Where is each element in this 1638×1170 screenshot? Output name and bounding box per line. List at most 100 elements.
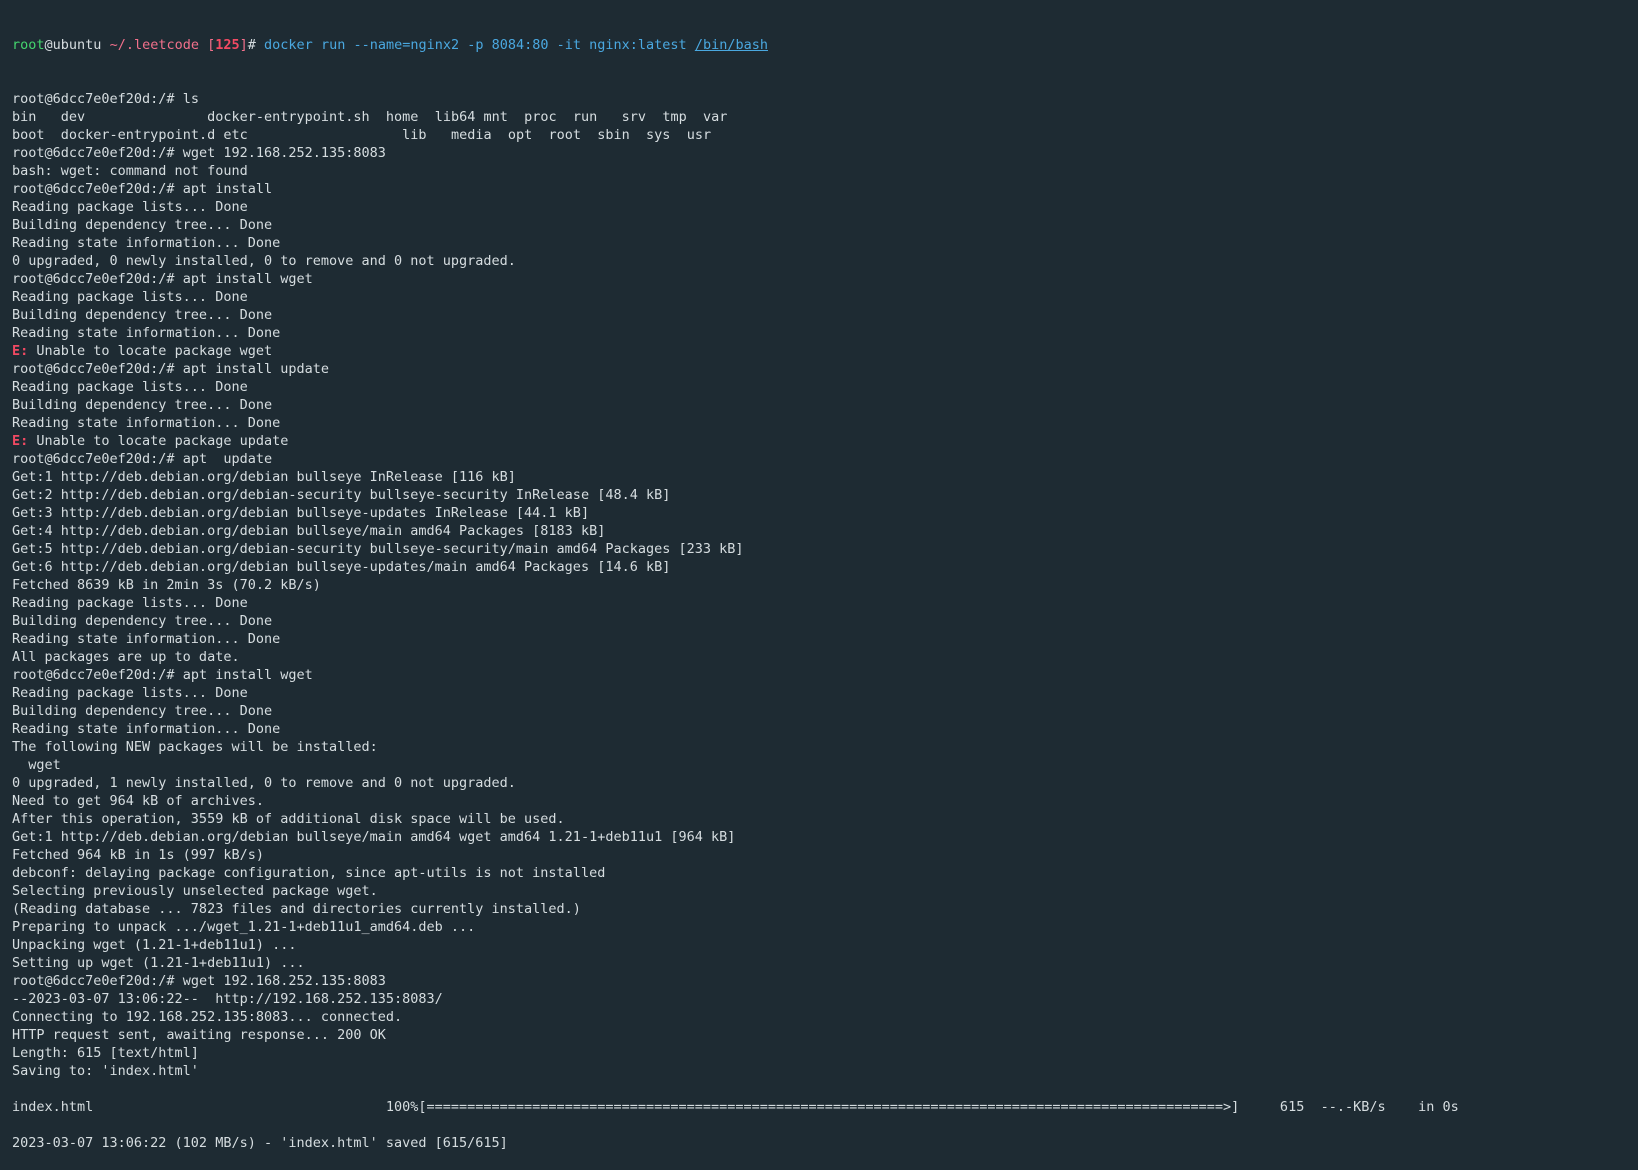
prompt-host: @ubuntu bbox=[44, 37, 102, 53]
output-text: wget bbox=[12, 757, 61, 773]
output-line: Reading package lists... Done bbox=[12, 198, 1626, 216]
output-text: Reading package lists... Done bbox=[12, 199, 248, 215]
output-text: --2023-03-07 13:06:22-- http://192.168.2… bbox=[12, 991, 443, 1007]
shell-prompt: root@6dcc7e0ef20d:/# bbox=[12, 181, 183, 197]
output-text: Saving to: 'index.html' bbox=[12, 1063, 199, 1079]
output-line: Selecting previously unselected package … bbox=[12, 882, 1626, 900]
error-line: E: Unable to locate package wget bbox=[12, 342, 1626, 360]
shell-prompt: root@6dcc7e0ef20d:/# bbox=[12, 361, 183, 377]
error-prefix: E: bbox=[12, 343, 29, 359]
ls-row: boot docker-entrypoint.d etc lib media o… bbox=[12, 126, 1626, 144]
shell-prompt: root@6dcc7e0ef20d:/# bbox=[12, 451, 183, 467]
output-line: Building dependency tree... Done bbox=[12, 396, 1626, 414]
output-text: Reading state information... Done bbox=[12, 325, 281, 341]
terminal-output: root@6dcc7e0ef20d:/# ls bin dev docker-en… bbox=[12, 90, 1626, 1152]
output-line: Get:2 http://deb.debian.org/debian-secur… bbox=[12, 486, 1626, 504]
progress-rate: --.-KB/s bbox=[1320, 1099, 1386, 1115]
output-line: Preparing to unpack .../wget_1.21-1+deb1… bbox=[12, 918, 1626, 936]
output-text: Get:6 http://deb.debian.org/debian bulls… bbox=[12, 559, 671, 575]
command-line: root@6dcc7e0ef20d:/# apt install wget bbox=[12, 666, 1626, 684]
output-line: wget bbox=[12, 756, 1626, 774]
command-text: wget 192.168.252.135:8083 bbox=[182, 973, 386, 989]
shell-prompt: root@6dcc7e0ef20d:/# bbox=[12, 91, 183, 107]
output-text: Selecting previously unselected package … bbox=[12, 883, 378, 899]
shell-prompt: root@6dcc7e0ef20d:/# bbox=[12, 271, 183, 287]
ls-entry: proc bbox=[524, 109, 573, 125]
command-text: apt install update bbox=[182, 361, 329, 377]
command-text: apt install wget bbox=[182, 271, 313, 287]
command-link[interactable]: /bin/bash bbox=[695, 37, 768, 53]
ls-entry: bin bbox=[12, 109, 61, 125]
output-line: All packages are up to date. bbox=[12, 648, 1626, 666]
output-text: Building dependency tree... Done bbox=[12, 307, 273, 323]
output-text: After this operation, 3559 kB of additio… bbox=[12, 811, 565, 827]
output-text: Fetched 964 kB in 1s (997 kB/s) bbox=[12, 847, 264, 863]
output-text: 0 upgraded, 0 newly installed, 0 to remo… bbox=[12, 253, 516, 269]
prompt-path: ~/.leetcode bbox=[109, 37, 199, 53]
error-text: Unable to locate package wget bbox=[28, 343, 273, 359]
output-line: 0 upgraded, 0 newly installed, 0 to remo… bbox=[12, 252, 1626, 270]
prompt-header: root@ubuntu ~/.leetcode [125]# docker ru… bbox=[12, 36, 1626, 54]
command-line: root@6dcc7e0ef20d:/# apt update bbox=[12, 450, 1626, 468]
output-text: All packages are up to date. bbox=[12, 649, 240, 665]
output-text: Reading package lists... Done bbox=[12, 685, 248, 701]
output-line: Fetched 8639 kB in 2min 3s (70.2 kB/s) bbox=[12, 576, 1626, 594]
output-line: Reading state information... Done bbox=[12, 234, 1626, 252]
output-text: Get:1 http://deb.debian.org/debian bulls… bbox=[12, 829, 736, 845]
ls-entry: dev bbox=[60, 109, 208, 125]
output-line: Get:4 http://deb.debian.org/debian bulls… bbox=[12, 522, 1626, 540]
output-text: Get:4 http://deb.debian.org/debian bulls… bbox=[12, 523, 606, 539]
output-line: Reading package lists... Done bbox=[12, 594, 1626, 612]
output-line: Connecting to 192.168.252.135:8083... co… bbox=[12, 1008, 1626, 1026]
error-text: Unable to locate package update bbox=[28, 433, 289, 449]
output-text: Fetched 8639 kB in 2min 3s (70.2 kB/s) bbox=[12, 577, 321, 593]
output-line: Reading package lists... Done bbox=[12, 288, 1626, 306]
output-line: Fetched 964 kB in 1s (997 kB/s) bbox=[12, 846, 1626, 864]
prompt-hash: # bbox=[247, 37, 265, 53]
output-line: Length: 615 [text/html] bbox=[12, 1044, 1626, 1062]
output-text: Building dependency tree... Done bbox=[12, 217, 273, 233]
output-line: Unpacking wget (1.21-1+deb11u1) ... bbox=[12, 936, 1626, 954]
output-line: Reading state information... Done bbox=[12, 324, 1626, 342]
shell-prompt: root@6dcc7e0ef20d:/# bbox=[12, 667, 183, 683]
ls-entry: docker-entrypoint.d bbox=[60, 127, 224, 143]
output-text: Building dependency tree... Done bbox=[12, 397, 273, 413]
status-code: 125 bbox=[215, 37, 240, 53]
command-text: apt update bbox=[182, 451, 273, 467]
ls-entry: etc bbox=[223, 127, 403, 143]
output-text: Reading state information... Done bbox=[12, 235, 281, 251]
output-line: Building dependency tree... Done bbox=[12, 612, 1626, 630]
ls-entry: boot bbox=[12, 127, 61, 143]
output-text: Length: 615 [text/html] bbox=[12, 1045, 199, 1061]
ls-entry: lib bbox=[402, 127, 451, 143]
output-line: 2023-03-07 13:06:22 (102 MB/s) - 'index.… bbox=[12, 1134, 1626, 1152]
output-text: Preparing to unpack .../wget_1.21-1+deb1… bbox=[12, 919, 476, 935]
download-progress: index.html 100%[========================… bbox=[12, 1098, 1626, 1116]
terminal-window[interactable]: root@ubuntu ~/.leetcode [125]# docker ru… bbox=[0, 0, 1638, 1151]
ls-entry: media bbox=[450, 127, 508, 143]
output-line: Building dependency tree... Done bbox=[12, 702, 1626, 720]
ls-entry: opt bbox=[507, 127, 549, 143]
output-text: Get:3 http://deb.debian.org/debian bulls… bbox=[12, 505, 590, 521]
progress-percent: 100% bbox=[385, 1099, 419, 1115]
ls-entry: lib64 bbox=[434, 109, 484, 125]
output-text: Reading state information... Done bbox=[12, 721, 281, 737]
output-line: Need to get 964 kB of archives. bbox=[12, 792, 1626, 810]
command-line: root@6dcc7e0ef20d:/# apt install update bbox=[12, 360, 1626, 378]
output-line: HTTP request sent, awaiting response... … bbox=[12, 1026, 1626, 1044]
output-text: Need to get 964 kB of archives. bbox=[12, 793, 264, 809]
output-text: Reading package lists... Done bbox=[12, 595, 248, 611]
output-text: 0 upgraded, 1 newly installed, 0 to remo… bbox=[12, 775, 516, 791]
progress-filename: index.html bbox=[12, 1099, 386, 1115]
output-line: Building dependency tree... Done bbox=[12, 216, 1626, 234]
ls-entry: root bbox=[548, 127, 598, 143]
ls-entry: docker-entrypoint.sh bbox=[207, 109, 386, 125]
output-line: Get:1 http://deb.debian.org/debian bulls… bbox=[12, 468, 1626, 486]
command-line: root@6dcc7e0ef20d:/# ls bbox=[12, 90, 1626, 108]
progress-time: in 0s bbox=[1385, 1099, 1459, 1115]
output-line: Building dependency tree... Done bbox=[12, 306, 1626, 324]
output-text: bash: wget: command not found bbox=[12, 163, 248, 179]
output-text: Reading state information... Done bbox=[12, 631, 281, 647]
output-text: debconf: delaying package configuration,… bbox=[12, 865, 606, 881]
output-line: (Reading database ... 7823 files and dir… bbox=[12, 900, 1626, 918]
